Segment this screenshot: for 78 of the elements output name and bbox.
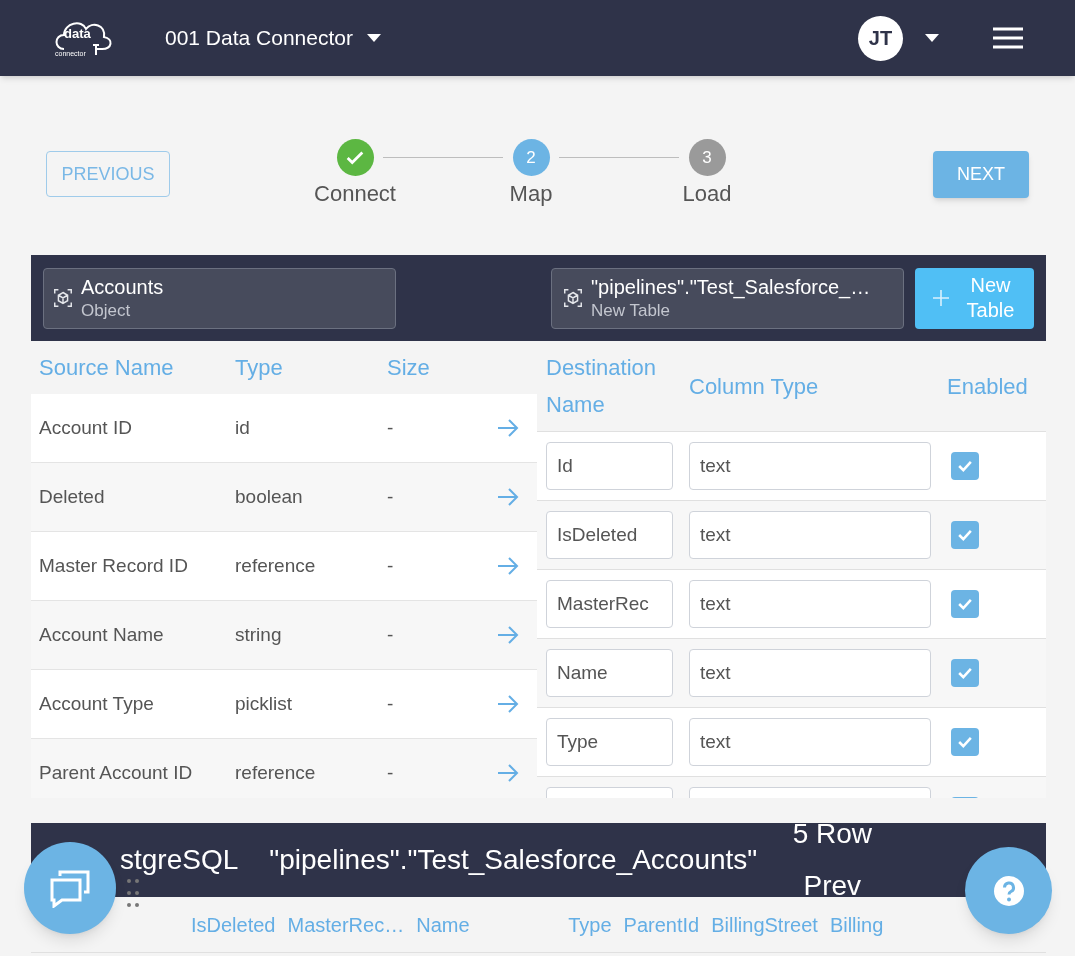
source-name-cell-text: Account Type (39, 691, 155, 716)
checkbox[interactable] (951, 452, 979, 480)
column-header: Destination Name (546, 354, 658, 419)
column-header: IsDeleted (191, 912, 276, 938)
type-cell-text: string (235, 622, 283, 647)
app-title[interactable]: 001 Data Connector (165, 22, 353, 54)
size-cell-text: - (387, 553, 395, 578)
column-type-field[interactable]: text (689, 580, 931, 628)
column-header: ParentId (623, 912, 700, 938)
column-header: Type (235, 354, 284, 382)
column-header: Column Type (689, 372, 820, 401)
destination-name-field[interactable]: Id (546, 442, 673, 490)
column-header: Source Name (39, 354, 175, 382)
arrow-right-icon (497, 694, 519, 714)
table-name: "pipelines"."Test_Salesforce_Accounts" (269, 843, 758, 877)
column-header: MasterRec… (287, 912, 405, 938)
logo-text: data (64, 27, 91, 40)
source-label: stgreSQL (120, 843, 239, 877)
caret-down-icon[interactable] (925, 34, 939, 42)
source-name-cell-text: Deleted (39, 484, 106, 509)
column-header: Size (387, 354, 431, 382)
arrow-right-icon (497, 763, 519, 783)
source-subtitle: Object (81, 299, 132, 322)
column-header: Enabled (947, 372, 1028, 401)
arrow-right-icon (497, 625, 519, 645)
destination-subtitle: New Table (591, 299, 672, 322)
step-label: Connect (314, 180, 396, 208)
checkbox[interactable] (951, 728, 979, 756)
type-cell-text: id (235, 415, 251, 440)
size-cell-text: - (387, 691, 395, 716)
help-icon (992, 874, 1025, 907)
preview-title: 5 Row Prev (791, 817, 873, 903)
column-header: Type (568, 912, 612, 938)
chat-icon (48, 868, 92, 908)
cube-icon (52, 287, 74, 309)
cube-icon (562, 287, 584, 309)
size-cell-text: - (387, 484, 395, 509)
source-name-cell-text: Account Name (39, 622, 165, 647)
arrow-right-icon (497, 418, 519, 438)
column-header: Billing (829, 912, 884, 938)
step-label: Map (509, 180, 553, 208)
column-type-field[interactable]: text (689, 511, 931, 559)
user-avatar[interactable]: JT (858, 15, 903, 61)
destination-name: "pipelines"."Test_Salesforce_… (591, 274, 871, 300)
column-type-field[interactable]: text (689, 718, 931, 766)
caret-down-icon[interactable] (366, 34, 381, 42)
size-cell-text: - (387, 760, 395, 785)
type-cell-text: picklist (235, 691, 293, 716)
source-selector[interactable]: Accounts Object (43, 267, 396, 329)
size-cell-text: - (387, 415, 395, 440)
arrow-right-icon (497, 556, 519, 576)
size-cell-text: - (387, 622, 395, 647)
checkbox[interactable] (951, 659, 979, 687)
column-header: Name (416, 912, 471, 938)
source-name-cell-text: Parent Account ID (39, 760, 194, 785)
column-type-field[interactable]: text (689, 442, 931, 490)
step-marker: 3 (688, 139, 726, 176)
column-type-field[interactable]: text (689, 649, 931, 697)
checkbox[interactable] (951, 590, 979, 618)
step-label: Load (682, 180, 732, 208)
drag-handle-icon (126, 878, 140, 908)
menu-icon[interactable] (993, 27, 1023, 49)
type-cell-text: reference (235, 553, 317, 578)
source-name: Accounts (81, 274, 164, 300)
destination-selector[interactable]: "pipelines"."Test_Salesforce_… New Table (551, 267, 904, 329)
destination-name-field[interactable]: MasterRec (546, 580, 673, 628)
destination-name-field[interactable]: Type (546, 718, 673, 766)
destination-name-field[interactable]: Name (546, 649, 673, 697)
destination-name-field[interactable]: IsDeleted (546, 511, 673, 559)
step-marker: 2 (512, 139, 550, 176)
plus-icon (933, 290, 949, 306)
type-cell-text: reference (235, 760, 317, 785)
source-name-cell-text: Master Record ID (39, 553, 189, 578)
arrow-right-icon (497, 487, 519, 507)
source-name-cell-text: Account ID (39, 415, 133, 440)
column-header: BillingStreet (711, 912, 818, 938)
type-cell-text: boolean (235, 484, 304, 509)
checkbox[interactable] (951, 521, 979, 549)
